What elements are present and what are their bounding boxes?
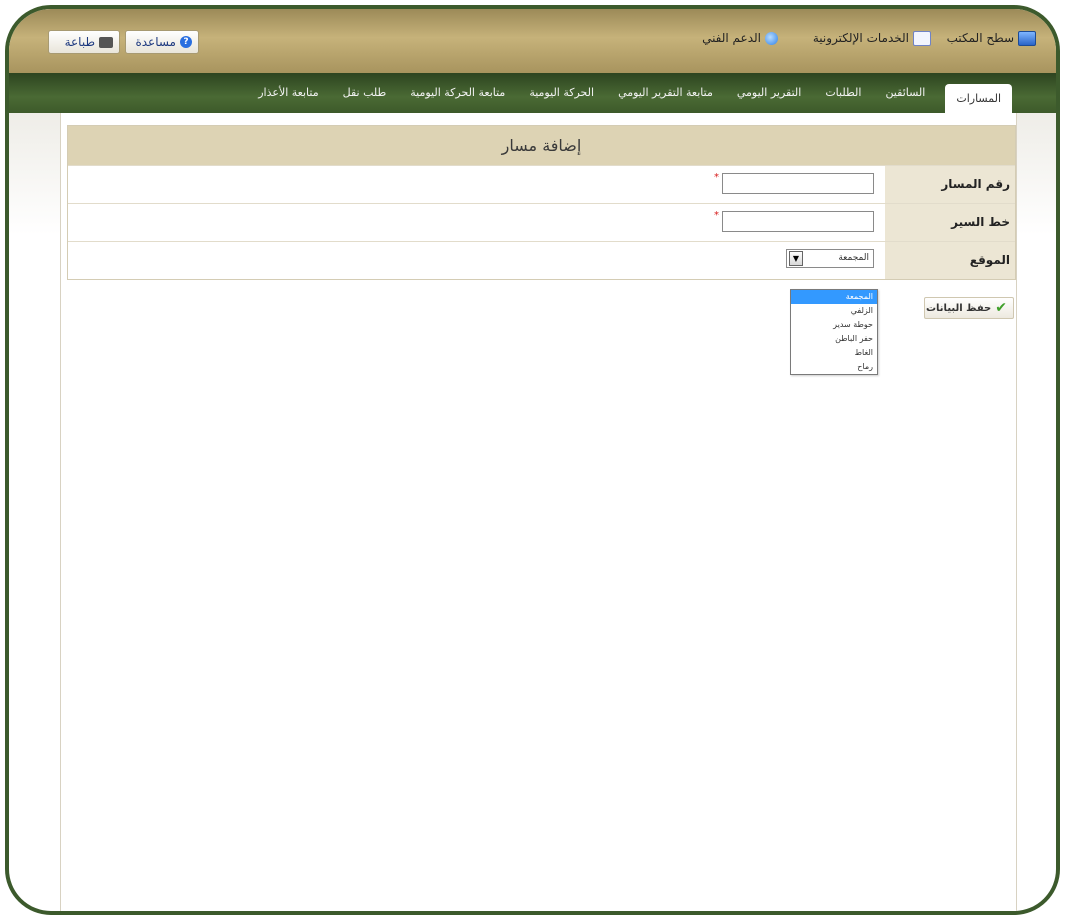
tab-daily-movement[interactable]: الحركة اليومية — [517, 73, 606, 113]
tab-transfer-request[interactable]: طلب نقل — [331, 73, 399, 113]
save-data-label: حفظ البيانات — [926, 302, 992, 314]
add-route-form: إضافة مسار رقم المسار * خط السير * الموق… — [67, 125, 1016, 280]
tab-drivers[interactable]: السائقين — [873, 73, 937, 113]
route-line-row: خط السير * — [68, 203, 1015, 241]
location-selected-value: المجمعة — [838, 253, 869, 263]
route-line-label: خط السير — [885, 204, 1015, 241]
support-link-label: الدعم الفني — [702, 31, 761, 45]
tab-bar: المسارات السائقين الطلبات التقرير اليومي… — [9, 73, 1056, 114]
printer-icon — [99, 36, 113, 48]
tab-daily-report[interactable]: التقرير اليومي — [725, 73, 813, 113]
form-title: إضافة مسار — [68, 126, 1015, 165]
location-option[interactable]: حوطة سدير — [791, 318, 877, 332]
desktop-link-label: سطح المكتب — [946, 31, 1014, 45]
support-link[interactable]: الدعم الفني — [702, 29, 778, 47]
dropdown-arrow-icon[interactable]: ▼ — [789, 251, 803, 266]
help-button[interactable]: ? مساعدة — [125, 30, 199, 54]
tab-excuses-followup[interactable]: متابعة الأعذار — [246, 73, 330, 113]
help-icon: ? — [180, 36, 192, 48]
location-option[interactable]: المجمعة — [791, 290, 877, 304]
eservices-icon — [913, 30, 931, 46]
help-button-label: مساعدة — [135, 35, 176, 49]
location-option[interactable]: رماح — [791, 360, 877, 374]
desktop-icon — [1018, 30, 1036, 46]
route-number-row: رقم المسار * — [68, 165, 1015, 203]
route-number-input[interactable] — [722, 173, 874, 194]
tabs: المسارات السائقين الطلبات التقرير اليومي… — [246, 73, 1012, 114]
tab-routes[interactable]: المسارات — [945, 84, 1012, 114]
desktop-link[interactable]: سطح المكتب — [947, 29, 1036, 47]
tab-requests[interactable]: الطلبات — [813, 73, 873, 113]
location-dropdown-list: المجمعة الزلفي حوطة سدير حفر الباطن الغا… — [790, 289, 878, 375]
route-line-input[interactable] — [722, 211, 874, 232]
location-row: الموقع المجمعة ▼ — [68, 241, 1015, 279]
location-label: الموقع — [885, 242, 1015, 279]
required-mark: * — [714, 210, 719, 221]
print-button[interactable]: طباعة — [48, 30, 120, 54]
route-number-label: رقم المسار — [885, 166, 1015, 203]
top-bar: سطح المكتب الخدمات الإلكترونية الدعم الف… — [9, 9, 1056, 73]
location-option[interactable]: الغاط — [791, 346, 877, 360]
support-icon — [765, 31, 778, 45]
eservices-link-label: الخدمات الإلكترونية — [812, 31, 909, 45]
location-select[interactable]: المجمعة ▼ — [786, 249, 874, 268]
tab-daily-report-followup[interactable]: متابعة التقرير اليومي — [606, 73, 725, 113]
location-option[interactable]: الزلفي — [791, 304, 877, 318]
location-option[interactable]: حفر الباطن — [791, 332, 877, 346]
main-content: إضافة مسار رقم المسار * خط السير * الموق… — [60, 113, 1017, 911]
checkmark-icon: ✔ — [995, 300, 1007, 316]
save-data-button[interactable]: ✔ حفظ البيانات — [924, 297, 1014, 319]
tab-daily-movement-followup[interactable]: متابعة الحركة اليومية — [398, 73, 517, 113]
eservices-link[interactable]: الخدمات الإلكترونية — [813, 29, 931, 47]
required-mark: * — [714, 172, 719, 183]
app-frame: سطح المكتب الخدمات الإلكترونية الدعم الف… — [5, 5, 1060, 915]
print-button-label: طباعة — [64, 35, 95, 49]
